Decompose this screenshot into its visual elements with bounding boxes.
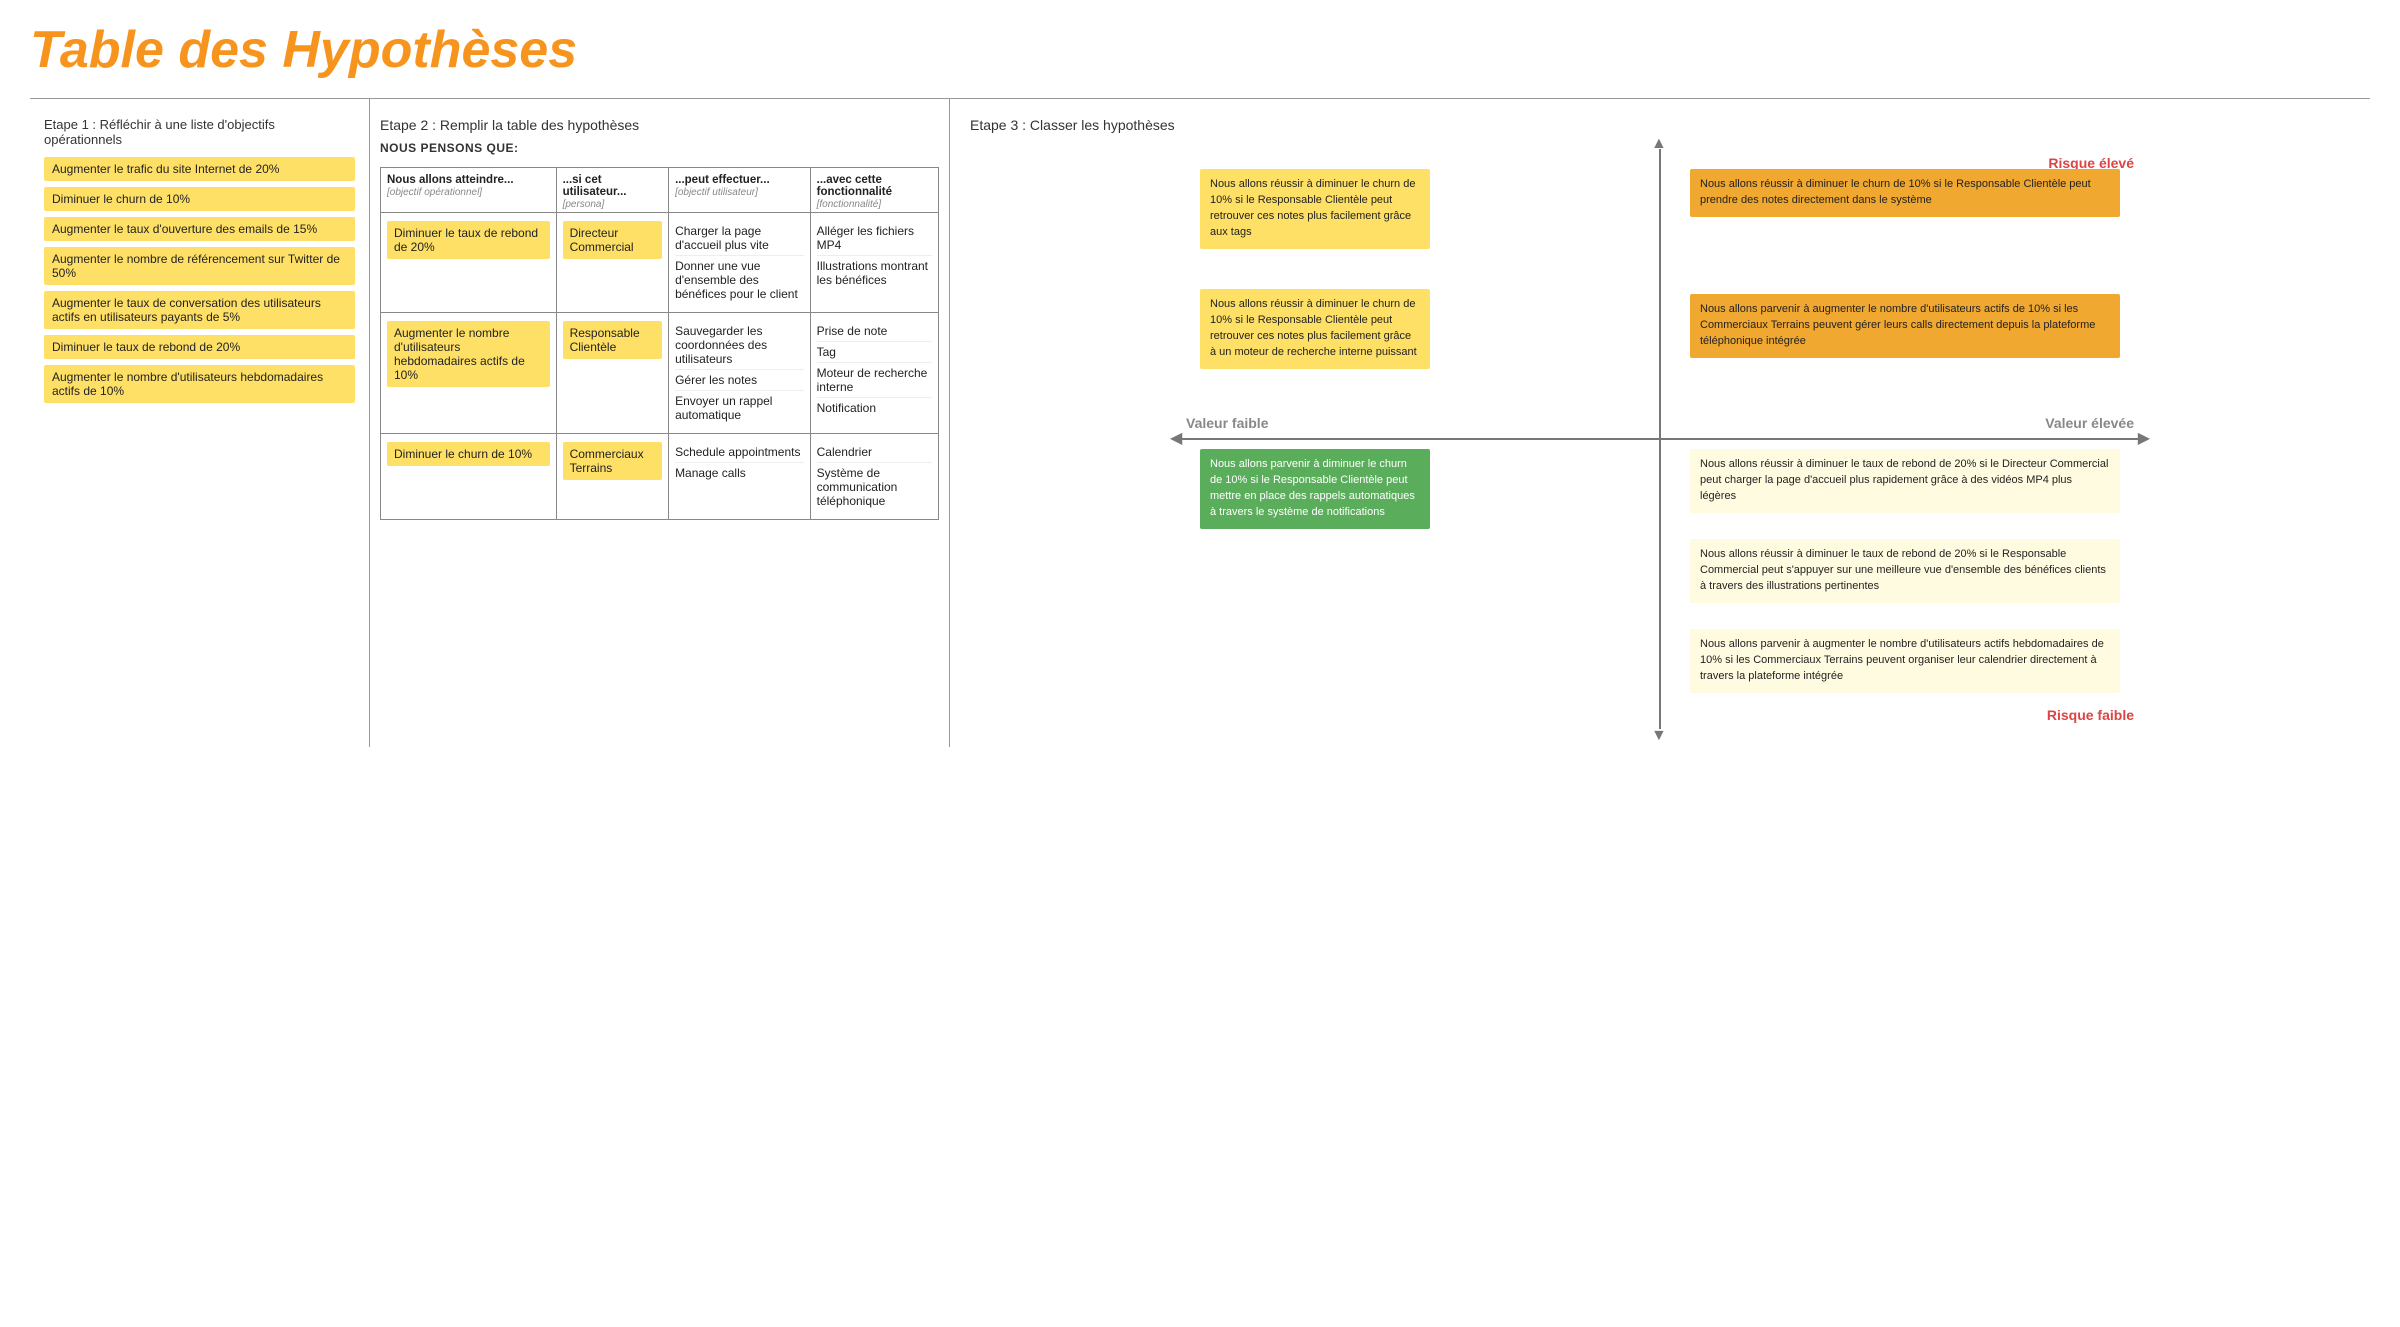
etape1-item-4: Augmenter le taux de conversation des ut… bbox=[44, 291, 355, 329]
main-layout: Etape 1 : Réfléchir à une liste d'object… bbox=[30, 98, 2370, 747]
quad-tr-card-1: Nous allons parvenir à augmenter le nomb… bbox=[1690, 294, 2120, 358]
row-2-col4: CalendrierSystème de communication télép… bbox=[810, 434, 938, 520]
row-1-col4-item-1: Tag bbox=[817, 342, 932, 363]
label-valeur-faible: Valeur faible bbox=[1186, 415, 1268, 431]
etape1-item-5: Diminuer le taux de rebond de 20% bbox=[44, 335, 355, 359]
quadrant-container: Risque élevé Risque faible Valeur faible… bbox=[1180, 149, 2140, 729]
row-2-col1: Diminuer le churn de 10% bbox=[381, 434, 557, 520]
row-0-col1: Diminuer le taux de rebond de 20% bbox=[381, 213, 557, 313]
quad-br-card-1: Nous allons réussir à diminuer le taux d… bbox=[1690, 539, 2120, 603]
etape1-item-2: Augmenter le taux d'ouverture des emails… bbox=[44, 217, 355, 241]
row-1-col3: Sauvegarder les coordonnées des utilisat… bbox=[669, 313, 811, 434]
col-header-0: Nous allons atteindre...[objectif opérat… bbox=[381, 168, 557, 213]
row-1-col3-item-0: Sauvegarder les coordonnées des utilisat… bbox=[675, 321, 804, 370]
row-0-col3-item-0: Charger la page d'accueil plus vite bbox=[675, 221, 804, 256]
quad-tr-card-0: Nous allons réussir à diminuer le churn … bbox=[1690, 169, 2120, 217]
row-1-col4-item-0: Prise de note bbox=[817, 321, 932, 342]
row-1-col4-item-3: Notification bbox=[817, 398, 932, 418]
row-2-col2: Commerciaux Terrains bbox=[556, 434, 669, 520]
col-header-1: ...si cet utilisateur...[persona] bbox=[556, 168, 669, 213]
row-1-col3-item-2: Envoyer un rappel automatique bbox=[675, 391, 804, 425]
axis-vertical bbox=[1659, 149, 1661, 729]
etape1-item-6: Augmenter le nombre d'utilisateurs hebdo… bbox=[44, 365, 355, 403]
table-row-1: Augmenter le nombre d'utilisateurs hebdo… bbox=[381, 313, 939, 434]
row-2-col3-item-1: Manage calls bbox=[675, 463, 804, 483]
etape3-title: Etape 3 : Classer les hypothèses bbox=[970, 117, 2350, 133]
row-2-col4-item-1: Système de communication téléphonique bbox=[817, 463, 932, 511]
etape1-section: Etape 1 : Réfléchir à une liste d'object… bbox=[30, 99, 370, 747]
etape2-title: Etape 2 : Remplir la table des hypothèse… bbox=[380, 117, 939, 133]
row-1-col4: Prise de noteTagMoteur de recherche inte… bbox=[810, 313, 938, 434]
table-row-2: Diminuer le churn de 10%Commerciaux Terr… bbox=[381, 434, 939, 520]
row-1-col4-item-2: Moteur de recherche interne bbox=[817, 363, 932, 398]
etape1-item-0: Augmenter le trafic du site Internet de … bbox=[44, 157, 355, 181]
row-0-col2: Directeur Commercial bbox=[556, 213, 669, 313]
row-2-col4-item-0: Calendrier bbox=[817, 442, 932, 463]
quad-br-card-0: Nous allons réussir à diminuer le taux d… bbox=[1690, 449, 2120, 513]
row-0-col4-item-0: Alléger les fichiers MP4 bbox=[817, 221, 932, 256]
page: Table des Hypothèses Etape 1 : Réfléchir… bbox=[0, 0, 2400, 767]
etape3-section: Etape 3 : Classer les hypothèses Risque … bbox=[950, 99, 2370, 747]
row-0-col4-item-1: Illustrations montrant les bénéfices bbox=[817, 256, 932, 290]
row-0-col3: Charger la page d'accueil plus viteDonne… bbox=[669, 213, 811, 313]
quad-tl-card-1: Nous allons réussir à diminuer le churn … bbox=[1200, 289, 1430, 369]
row-2-col3-item-0: Schedule appointments bbox=[675, 442, 804, 463]
row-1-col1: Augmenter le nombre d'utilisateurs hebdo… bbox=[381, 313, 557, 434]
row-0-col4: Alléger les fichiers MP4Illustrations mo… bbox=[810, 213, 938, 313]
nous-pensons-label: NOUS PENSONS QUE: bbox=[380, 141, 939, 155]
row-2-col3: Schedule appointmentsManage calls bbox=[669, 434, 811, 520]
etape1-items: Augmenter le trafic du site Internet de … bbox=[44, 157, 355, 409]
quad-bl-card-0: Nous allons parvenir à diminuer le churn… bbox=[1200, 449, 1430, 529]
row-1-col3-item-1: Gérer les notes bbox=[675, 370, 804, 391]
etape2-section: Etape 2 : Remplir la table des hypothèse… bbox=[370, 99, 950, 747]
row-1-col2: Responsable Clientèle bbox=[556, 313, 669, 434]
quad-br-card-2: Nous allons parvenir à augmenter le nomb… bbox=[1690, 629, 2120, 693]
page-title: Table des Hypothèses bbox=[30, 20, 2370, 80]
quad-tl-card-0: Nous allons réussir à diminuer le churn … bbox=[1200, 169, 1430, 249]
row-0-col3-item-1: Donner une vue d'ensemble des bénéfices … bbox=[675, 256, 804, 304]
hypothesis-table: Nous allons atteindre...[objectif opérat… bbox=[380, 167, 939, 520]
etape1-title: Etape 1 : Réfléchir à une liste d'object… bbox=[44, 117, 355, 147]
col-header-3: ...avec cette fonctionnalité[fonctionnal… bbox=[810, 168, 938, 213]
label-risque-faible: Risque faible bbox=[2047, 707, 2134, 723]
col-header-2: ...peut effectuer...[objectif utilisateu… bbox=[669, 168, 811, 213]
label-valeur-elevee: Valeur élevée bbox=[2045, 415, 2134, 431]
etape1-item-1: Diminuer le churn de 10% bbox=[44, 187, 355, 211]
etape1-item-3: Augmenter le nombre de référencement sur… bbox=[44, 247, 355, 285]
table-row-0: Diminuer le taux de rebond de 20%Directe… bbox=[381, 213, 939, 313]
